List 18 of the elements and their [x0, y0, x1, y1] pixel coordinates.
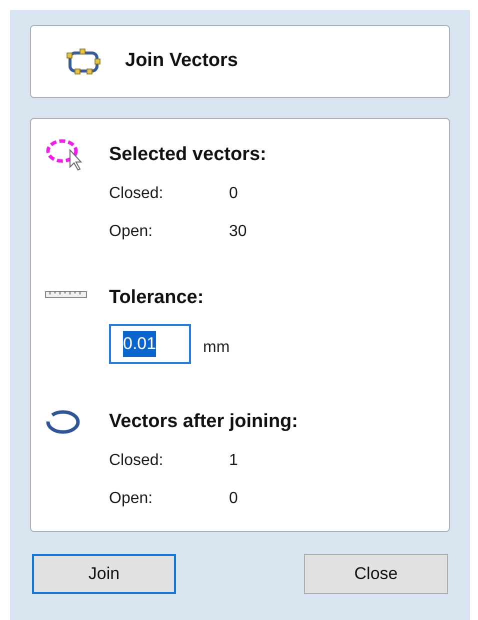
unit-label: mm — [203, 338, 230, 358]
tolerance-field[interactable]: 0.01 — [109, 324, 191, 364]
vector-shape-icon — [65, 46, 103, 76]
dialog-title: Join Vectors — [125, 49, 238, 74]
section-heading: Selected vectors: — [109, 143, 266, 167]
stat-value: 0 — [229, 488, 238, 508]
section-heading: Tolerance: — [109, 286, 205, 310]
stat-label: Open: — [109, 222, 154, 242]
stat-value: 30 — [229, 222, 247, 242]
stat-value: 1 — [229, 450, 238, 470]
stat-value: 0 — [229, 184, 238, 204]
stat-label: Open: — [109, 488, 154, 508]
stat-label: Closed: — [109, 450, 164, 470]
dialog-button[interactable]: Join — [32, 554, 176, 594]
ruler-icon — [45, 290, 87, 298]
stat-label: Closed: — [109, 184, 164, 204]
section-heading: Vectors after joining: — [109, 410, 298, 434]
dialog-button[interactable]: Close — [304, 554, 448, 594]
